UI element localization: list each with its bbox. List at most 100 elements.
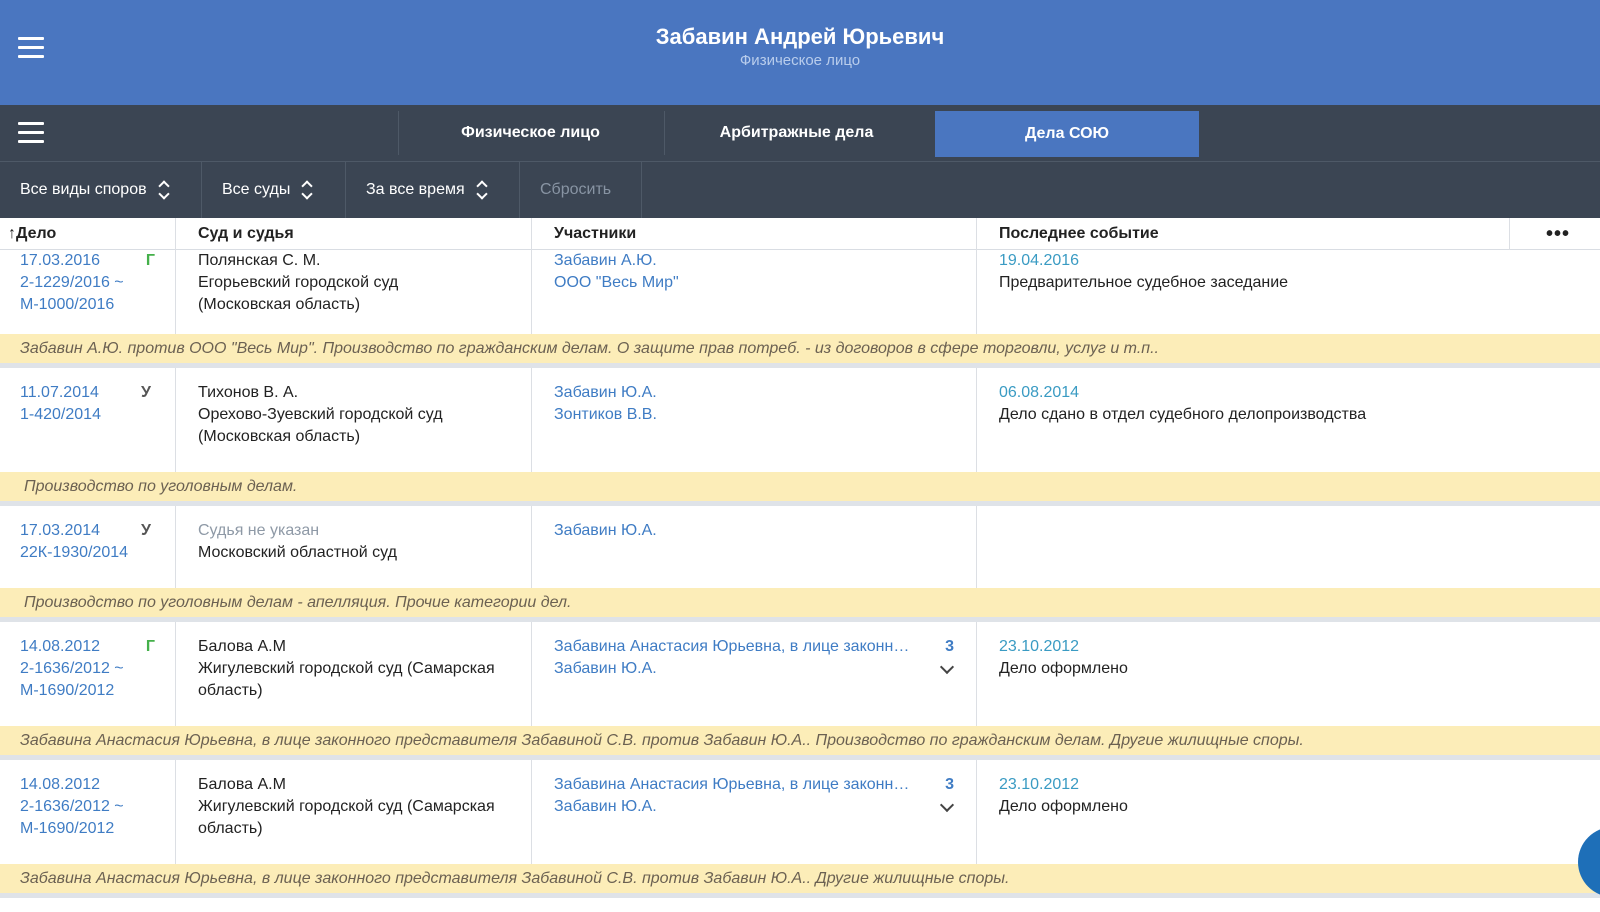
court-name: Московский областной суд <box>198 544 397 561</box>
table-header: ↑ Дело Суд и судья Участники Последнее со… <box>0 218 1600 250</box>
case-number-secondary[interactable]: М-1690/2012 <box>20 820 114 837</box>
case-cell: 11.07.2014 У 1-420/2014 <box>0 368 175 472</box>
case-cell: 14.08.2012 Г 2-1636/2012 ~ М-1690/2012 <box>0 622 175 726</box>
judge-name: Полянская С. М. <box>198 252 321 269</box>
tab-bar: Физическое лицо Арбитражные дела Дела СО… <box>0 105 1600 161</box>
app-header: Забавин Андрей Юрьевич Физическое лицо <box>0 0 1600 105</box>
case-type-badge: Г <box>145 638 155 655</box>
judge-name: Судья не указан <box>198 522 320 539</box>
court-judge-cell: Балова А.М Жигулевский городской суд (Са… <box>175 760 531 864</box>
column-court-judge[interactable]: Суд и судья <box>175 218 531 250</box>
event-date: 06.08.2014 <box>999 384 1080 401</box>
case-row[interactable]: 17.03.2016 Г 2-1229/2016 ~ М-1000/2016 П… <box>0 250 1600 368</box>
case-date[interactable]: 11.07.2014 <box>20 384 99 401</box>
period-label: За все время <box>366 181 465 198</box>
page-subtitle: Физическое лицо <box>739 52 861 69</box>
sections-menu-icon[interactable] <box>18 122 44 144</box>
event-text: Дело оформлено <box>999 660 1128 677</box>
case-row[interactable]: 11.07.2014 У 1-420/2014 Тихонов В. А. Ор… <box>0 368 1600 506</box>
case-row[interactable]: 14.08.2012 Г 2-1636/2012 ~ М-1690/2012 Б… <box>0 622 1600 760</box>
court-name: Орехово-Зуевский городской суд <box>198 406 443 423</box>
case-cell: 17.03.2016 Г 2-1229/2016 ~ М-1000/2016 <box>0 250 175 334</box>
more-options-icon[interactable]: ••• <box>1546 223 1570 246</box>
participant-count: 3 <box>945 776 954 793</box>
case-description: Забавина Анастасия Юрьевна, в лице закон… <box>0 864 1600 898</box>
participant-link[interactable]: Забавин А.Ю. <box>554 252 657 269</box>
case-date[interactable]: 17.03.2016 <box>20 252 100 269</box>
tab-arbitration-cases[interactable]: Арбитражные дела <box>664 111 928 155</box>
event-date: 23.10.2012 <box>999 776 1080 793</box>
page-title: Забавин Андрей Юрьевич <box>655 24 945 49</box>
case-date[interactable]: 14.08.2012 <box>20 776 100 793</box>
participant-link[interactable]: Забавина Анастасия Юрьевна, в лице закон… <box>554 636 916 658</box>
court-name: Жигулевский городской суд (Самарская <box>198 660 495 677</box>
dispute-type-label: Все виды споров <box>20 181 147 198</box>
case-date[interactable]: 14.08.2012 <box>20 638 100 655</box>
court-judge-cell: Полянская С. М. Егорьевский городской су… <box>175 250 531 334</box>
sort-arrow-icon: ↑ <box>8 225 16 242</box>
courts-label: Все суды <box>222 181 291 198</box>
expand-chevron-icon[interactable] <box>939 797 955 813</box>
case-description: Производство по уголовным делам - апелля… <box>0 588 1600 622</box>
case-number[interactable]: 22К-1930/2014 <box>20 544 128 561</box>
courts-select[interactable]: Все суды <box>202 162 346 218</box>
participant-link[interactable]: ООО "Весь Мир" <box>554 274 679 291</box>
cases-list: 17.03.2016 Г 2-1229/2016 ~ М-1000/2016 П… <box>0 250 1600 898</box>
case-cell: 17.03.2014 У 22К-1930/2014 <box>0 506 175 588</box>
case-date[interactable]: 17.03.2014 <box>20 522 100 539</box>
case-number[interactable]: 2-1229/2016 ~ <box>20 274 124 291</box>
tab-individual[interactable]: Физическое лицо <box>398 111 662 155</box>
participant-link[interactable]: Забавин Ю.А. <box>554 522 657 539</box>
judge-name: Тихонов В. А. <box>198 384 299 401</box>
last-event-cell <box>976 506 1600 588</box>
expand-chevron-icon[interactable] <box>939 659 955 675</box>
sort-updown-icon <box>301 178 314 202</box>
participant-link[interactable]: Забавин Ю.А. <box>554 660 657 677</box>
tab-general-jurisdiction-cases[interactable]: Дела СОЮ <box>935 111 1199 157</box>
event-text: Предварительное судебное заседание <box>999 274 1289 291</box>
event-text: Дело сдано в отдел судебного делопроизво… <box>999 406 1367 423</box>
participant-link[interactable]: Забавин Ю.А. <box>554 384 657 401</box>
dispute-type-select[interactable]: Все виды споров <box>0 162 202 218</box>
case-type-badge: У <box>141 384 151 401</box>
judge-name: Балова А.М <box>198 776 286 793</box>
case-type-badge: Г <box>145 252 155 269</box>
court-region: (Московская область) <box>198 296 361 313</box>
reset-button[interactable]: Сбросить <box>520 162 642 218</box>
case-number[interactable]: 2-1636/2012 ~ <box>20 660 124 677</box>
case-description: Производство по уголовным делам. <box>0 472 1600 506</box>
participant-link[interactable]: Забавин Ю.А. <box>554 798 657 815</box>
participants-cell: Забавина Анастасия Юрьевна, в лице закон… <box>531 622 976 726</box>
case-number[interactable]: 1-420/2014 <box>20 406 101 423</box>
court-region: (Московская область) <box>198 428 361 445</box>
court-region: область) <box>198 682 263 699</box>
event-text: Дело оформлено <box>999 798 1128 815</box>
participants-cell: Забавин Ю.А. <box>531 506 976 588</box>
participant-link[interactable]: Забавина Анастасия Юрьевна, в лице закон… <box>554 774 916 796</box>
last-event-cell: 19.04.2016 Предварительное судебное засе… <box>976 250 1600 334</box>
court-name: Егорьевский городской суд <box>198 274 399 291</box>
case-number-secondary[interactable]: М-1690/2012 <box>20 682 114 699</box>
case-cell: 14.08.2012 2-1636/2012 ~ М-1690/2012 <box>0 760 175 864</box>
case-row[interactable]: 17.03.2014 У 22К-1930/2014 Судья не указ… <box>0 506 1600 622</box>
last-event-cell: 23.10.2012 Дело оформлено <box>976 622 1600 726</box>
filter-bar: Все виды споров Все суды За все время Сб… <box>0 161 1600 218</box>
participant-link[interactable]: Зонтиков В.В. <box>554 406 657 423</box>
last-event-cell: 23.10.2012 Дело оформлено <box>976 760 1600 864</box>
court-judge-cell: Балова А.М Жигулевский городской суд (Са… <box>175 622 531 726</box>
column-participants[interactable]: Участники <box>531 218 976 250</box>
event-date: 23.10.2012 <box>999 638 1080 655</box>
case-type-badge: У <box>141 522 151 539</box>
period-select[interactable]: За все время <box>346 162 520 218</box>
column-last-event[interactable]: Последнее событие <box>976 218 1509 250</box>
case-description: Забавин А.Ю. против ООО "Весь Мир". Прои… <box>0 334 1600 368</box>
case-row[interactable]: 14.08.2012 2-1636/2012 ~ М-1690/2012 Бал… <box>0 760 1600 898</box>
court-judge-cell: Тихонов В. А. Орехово-Зуевский городской… <box>175 368 531 472</box>
case-number[interactable]: 2-1636/2012 ~ <box>20 798 124 815</box>
court-region: область) <box>198 820 263 837</box>
event-date: 19.04.2016 <box>999 252 1080 269</box>
case-number-secondary[interactable]: М-1000/2016 <box>20 296 114 313</box>
column-case[interactable]: ↑ Дело <box>8 218 56 250</box>
case-description: Забавина Анастасия Юрьевна, в лице закон… <box>0 726 1600 760</box>
sort-updown-icon <box>157 178 171 202</box>
